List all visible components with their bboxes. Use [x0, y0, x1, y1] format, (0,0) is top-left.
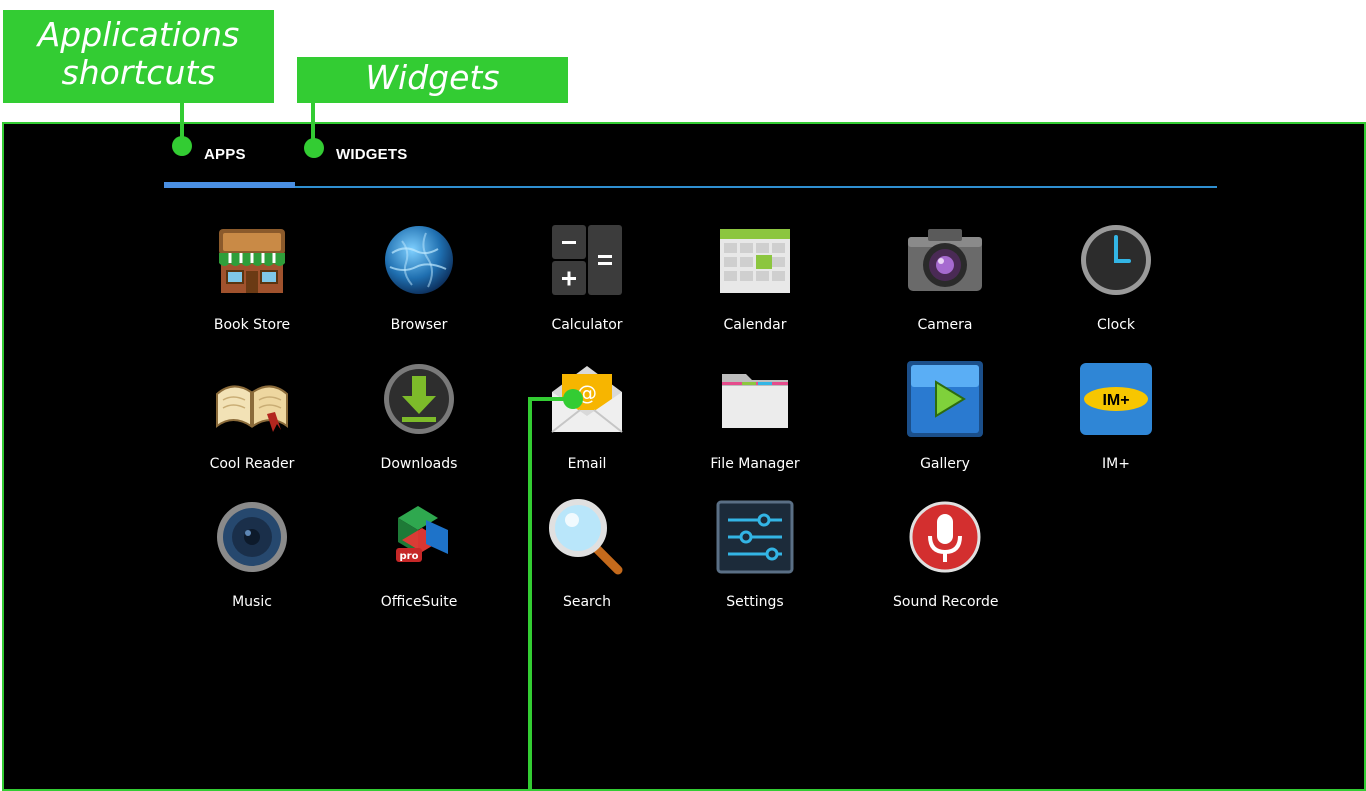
app-label: Email	[567, 456, 607, 472]
app-officesuite[interactable]: pro OfficeSuite	[344, 498, 494, 628]
app-label: File Manager	[710, 456, 800, 472]
settings-sliders-icon	[716, 498, 794, 576]
app-drawer-screen: APPS WIDGETS Book Store Browser Calculat…	[2, 122, 1366, 791]
app-label: Book Store	[213, 317, 291, 333]
app-label: Camera	[917, 317, 973, 333]
office-suite-icon: pro	[380, 498, 458, 576]
app-label: Downloads	[380, 456, 458, 472]
app-book-store[interactable]: Book Store	[177, 221, 327, 351]
app-label: Gallery	[920, 456, 970, 472]
folder-icon	[716, 360, 794, 438]
app-settings[interactable]: Settings	[680, 498, 830, 628]
book-store-icon	[213, 221, 291, 299]
callout-apps-shortcuts: Applications shortcuts	[3, 10, 274, 103]
app-label: OfficeSuite	[380, 594, 458, 610]
app-calculator[interactable]: Calculator	[512, 221, 662, 351]
app-clock[interactable]: Clock	[1041, 221, 1191, 351]
callout-apps-line1: Applications	[37, 15, 240, 54]
camera-icon	[906, 221, 984, 299]
download-icon	[380, 360, 458, 438]
leader-dot-apps	[172, 136, 192, 156]
speaker-icon	[213, 498, 291, 576]
app-gallery[interactable]: Gallery	[870, 360, 1020, 490]
app-music[interactable]: Music	[177, 498, 327, 628]
app-calendar[interactable]: Calendar	[680, 221, 830, 351]
callout-apps-line2: shortcuts	[61, 53, 216, 92]
calendar-icon	[716, 221, 794, 299]
tab-apps[interactable]: APPS	[204, 146, 246, 163]
app-label: Clock	[1096, 317, 1136, 333]
app-email[interactable]: @ Email	[512, 360, 662, 490]
leader-line-email	[528, 397, 532, 791]
svg-text:IM+: IM+	[1102, 392, 1129, 409]
im-plus-icon: IM+	[1077, 360, 1155, 438]
app-sound-recorder[interactable]: Sound Recorde	[870, 498, 1020, 628]
app-label: Calendar	[723, 317, 787, 333]
tab-divider	[164, 186, 1217, 188]
leader-dot-widgets	[304, 138, 324, 158]
callout-widgets: Widgets	[297, 57, 568, 103]
app-label: Cool Reader	[209, 456, 295, 472]
calculator-icon	[548, 221, 626, 299]
app-label: Search	[562, 594, 612, 610]
open-book-icon	[213, 360, 291, 438]
app-cool-reader[interactable]: Cool Reader	[177, 360, 327, 490]
app-camera[interactable]: Camera	[870, 221, 1020, 351]
app-label: Browser	[390, 317, 448, 333]
svg-text:pro: pro	[400, 551, 419, 562]
clock-icon	[1077, 221, 1155, 299]
gallery-play-icon	[906, 360, 984, 438]
tab-active-indicator	[164, 182, 295, 188]
magnifier-icon	[548, 498, 626, 576]
app-label: Sound Recorde	[893, 594, 999, 610]
app-browser[interactable]: Browser	[344, 221, 494, 351]
app-label: IM+	[1102, 456, 1130, 472]
app-label: Music	[232, 594, 272, 610]
app-im-plus[interactable]: IM+ IM+	[1041, 360, 1191, 490]
app-label: Settings	[726, 594, 784, 610]
leader-dot-email	[563, 389, 583, 409]
microphone-icon	[906, 498, 984, 576]
app-label: Calculator	[551, 317, 623, 333]
app-search[interactable]: Search	[512, 498, 662, 628]
tab-widgets[interactable]: WIDGETS	[336, 146, 407, 163]
app-downloads[interactable]: Downloads	[344, 360, 494, 490]
app-file-manager[interactable]: File Manager	[680, 360, 830, 490]
globe-icon	[380, 221, 458, 299]
